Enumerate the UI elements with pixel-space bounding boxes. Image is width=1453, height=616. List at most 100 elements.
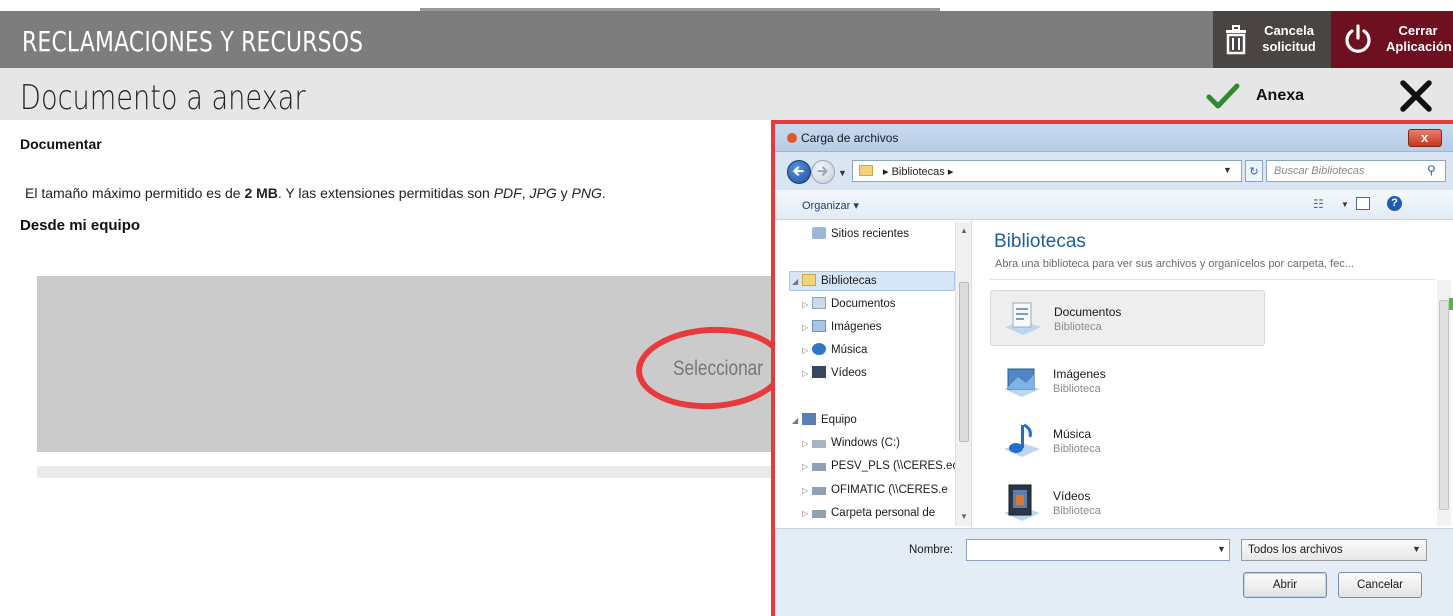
forward-arrow-icon[interactable] — [811, 160, 835, 184]
content-scrollbar-thumb[interactable] — [1439, 300, 1449, 510]
info-sep2: y — [556, 185, 572, 201]
search-input[interactable]: Buscar Bibliotecas ⚲ — [1266, 160, 1446, 182]
back-arrow-icon[interactable] — [787, 160, 811, 184]
expand-arrow-icon[interactable]: ▷ — [802, 439, 812, 448]
nav-item-libraries[interactable]: ◢ Bibliotecas — [792, 274, 877, 287]
nav-item-computer[interactable]: ◢ Equipo — [792, 413, 857, 426]
search-placeholder: Buscar Bibliotecas — [1274, 165, 1365, 177]
library-item-images-name: Imágenes — [1053, 367, 1106, 381]
library-item-videos-name: Vídeos — [1053, 489, 1091, 503]
drive-icon — [812, 440, 826, 448]
close-app-button[interactable]: Cerrar Aplicación — [1331, 11, 1453, 68]
views-icon[interactable]: ☷ — [1313, 197, 1324, 211]
close-icon — [1400, 80, 1432, 112]
info-sep1: , — [521, 185, 530, 201]
collapse-arrow-icon[interactable]: ◢ — [792, 277, 802, 286]
network-drive-icon — [812, 463, 826, 471]
nav-item-videos[interactable]: ▷ Vídeos — [802, 366, 867, 379]
expand-arrow-icon[interactable]: ▷ — [802, 509, 812, 518]
recent-places-icon — [812, 227, 826, 239]
file-type-value: Todos los archivos — [1248, 544, 1343, 556]
network-drive-icon — [812, 510, 826, 518]
library-item-music[interactable]: Música Biblioteca — [990, 413, 1265, 469]
recent-locations-dropdown[interactable]: ▼ — [838, 168, 847, 178]
dialog-title: Carga de archivos — [801, 131, 899, 145]
preview-pane-icon[interactable] — [1356, 197, 1370, 210]
filename-input[interactable]: ▼ — [966, 539, 1230, 561]
libraries-heading: Bibliotecas — [994, 231, 1086, 252]
info-ext-png: PNG — [571, 185, 602, 201]
library-item-videos[interactable]: Vídeos Biblioteca — [990, 475, 1265, 531]
images-library-icon — [1004, 368, 1040, 397]
nav-item-network-2[interactable]: ▷ OFIMATIC (\\CERES.e — [802, 484, 948, 496]
scrollbar-thumb[interactable] — [959, 282, 969, 442]
back-arrow-glyph — [793, 166, 804, 176]
expand-arrow-icon[interactable]: ▷ — [802, 300, 812, 309]
address-breadcrumb[interactable]: ▸ Bibliotecas ▸ — [883, 165, 953, 178]
nav-item-drive-c[interactable]: ▷ Windows (C:) — [802, 437, 900, 449]
nav-item-drive-c-label: Windows (C:) — [831, 437, 901, 449]
cancel-request-button[interactable]: Cancela solicitud — [1213, 11, 1331, 68]
nav-item-network-2-label: OFIMATIC (\\CERES.e — [831, 484, 948, 496]
library-item-music-name: Música — [1053, 427, 1092, 441]
refresh-icon[interactable]: ↻ — [1245, 160, 1263, 182]
expand-arrow-icon[interactable]: ▷ — [802, 323, 812, 332]
info-suffix: . — [601, 185, 606, 201]
expand-arrow-icon[interactable]: ▷ — [802, 486, 812, 495]
expand-arrow-icon[interactable]: ▷ — [802, 369, 812, 378]
from-computer-label: Desde mi equipo — [20, 217, 141, 234]
info-size: 2 MB — [244, 185, 278, 201]
nav-scrollbar[interactable]: ▲ ▼ — [955, 222, 971, 526]
trash-icon — [1226, 25, 1246, 55]
forward-arrow-glyph — [817, 166, 828, 176]
nav-item-documents[interactable]: ▷ Documentos — [802, 297, 896, 310]
scroll-up-icon[interactable]: ▲ — [960, 226, 968, 235]
library-item-images[interactable]: Imágenes Biblioteca — [990, 353, 1265, 409]
annex-label: Anexa — [1256, 87, 1305, 104]
collapse-arrow-icon[interactable]: ◢ — [792, 416, 802, 425]
help-icon[interactable]: ? — [1387, 196, 1402, 211]
info-ext-pdf: PDF — [493, 185, 522, 201]
info-ext-jpg: JPG — [529, 185, 557, 201]
library-item-videos-sub: Biblioteca — [1053, 505, 1101, 517]
nav-item-images[interactable]: ▷ Imágenes — [802, 320, 882, 333]
annex-button[interactable]: Anexa — [1206, 80, 1316, 112]
organize-menu[interactable]: Organizar ▾ — [802, 199, 859, 212]
expand-arrow-icon[interactable]: ▷ — [802, 462, 812, 471]
nav-item-recent[interactable]: Sitios recientes — [812, 227, 909, 240]
library-item-documents[interactable]: Documentos Biblioteca — [990, 290, 1265, 346]
content-divider — [990, 279, 1435, 280]
nav-item-music[interactable]: ▷ Música — [802, 343, 867, 356]
dialog-cancel-button[interactable]: Cancelar — [1338, 572, 1422, 598]
address-bar[interactable]: ▸ Bibliotecas ▸ ▼ — [852, 160, 1242, 182]
music-library-icon — [1004, 423, 1040, 457]
computer-icon — [802, 413, 816, 425]
views-dropdown-icon[interactable]: ▼ — [1341, 200, 1349, 209]
address-dropdown-icon[interactable]: ▼ — [1223, 165, 1232, 175]
library-item-documents-name: Documentos — [1054, 305, 1122, 319]
open-button[interactable]: Abrir — [1243, 572, 1327, 598]
filename-dropdown-icon[interactable]: ▼ — [1217, 544, 1226, 554]
documents-library-icon — [1005, 302, 1041, 335]
nav-item-network-1-label: PESV_PLS (\\CERES.ec — [831, 460, 959, 472]
nav-item-network-1[interactable]: ▷ PESV_PLS (\\CERES.ec — [802, 460, 958, 472]
nav-item-documents-label: Documentos — [831, 298, 896, 310]
top-strip — [0, 0, 1453, 11]
documents-icon — [812, 297, 826, 309]
close-panel-button[interactable] — [1398, 80, 1434, 112]
images-icon — [812, 320, 826, 332]
nav-item-videos-label: Vídeos — [831, 367, 867, 379]
scroll-down-icon[interactable]: ▼ — [960, 512, 968, 521]
nav-item-personal-folder[interactable]: ▷ Carpeta personal de — [802, 507, 935, 519]
expand-arrow-icon[interactable]: ▷ — [802, 346, 812, 355]
file-type-select[interactable]: Todos los archivos ▼ — [1241, 539, 1427, 561]
power-icon — [1345, 24, 1371, 53]
checkmark-icon — [1206, 83, 1240, 109]
content-scrollbar[interactable] — [1437, 280, 1451, 526]
videos-library-icon — [1004, 484, 1040, 521]
page-title: Documento a anexar — [20, 78, 306, 118]
section-title: Documentar — [20, 136, 102, 152]
file-type-dropdown-icon[interactable]: ▼ — [1412, 544, 1421, 554]
dialog-close-button[interactable]: x — [1408, 129, 1442, 147]
search-icon[interactable]: ⚲ — [1427, 163, 1436, 177]
